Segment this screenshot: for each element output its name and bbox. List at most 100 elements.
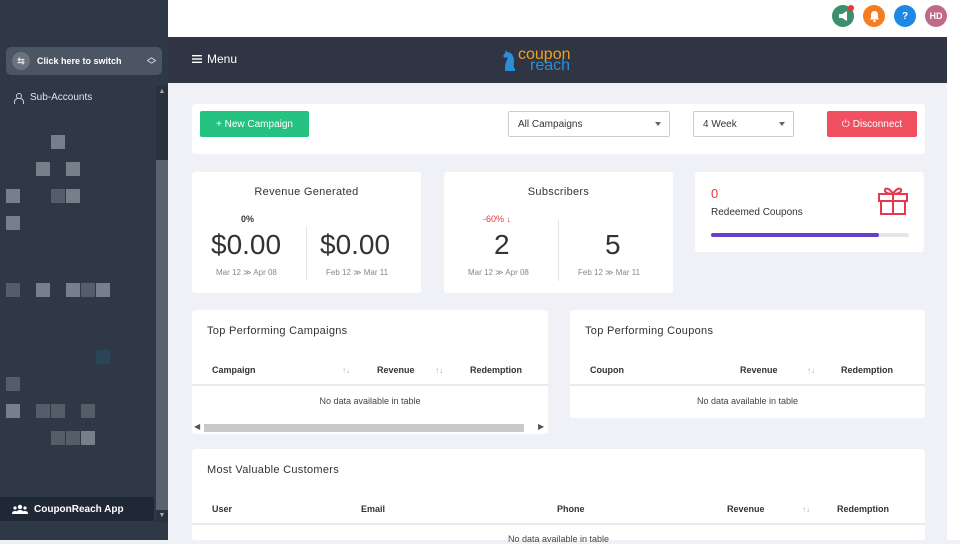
sort-icon[interactable]: ↑↓ [802, 505, 810, 514]
gift-icon [878, 187, 908, 215]
revenue-current-value: $0.00 [211, 229, 282, 260]
announcement-button[interactable] [832, 5, 854, 27]
empty-table-message: No data available in table [319, 396, 421, 406]
column-header-coupon[interactable]: Coupon [590, 365, 624, 375]
user-icon [14, 92, 24, 104]
customers-card: Most Valuable Customers User Email Phone… [192, 449, 925, 544]
column-header-user[interactable]: User [212, 504, 232, 514]
period-select-value: 4 Week [703, 118, 737, 130]
campaign-select[interactable]: All Campaigns [508, 111, 670, 137]
revenue-previous-range: Feb 12 ≫ Mar 11 [326, 268, 389, 277]
column-header-redemption[interactable]: Redemption [841, 365, 893, 375]
switch-label: Click here to switch [37, 56, 122, 66]
empty-table-message: No data available in table [696, 396, 799, 406]
scroll-right-icon[interactable]: ▶ [538, 422, 544, 431]
subscribers-card: Subscribers -60% ↓ 2 Mar 12 ≫ Apr 08 5 F… [444, 172, 673, 293]
redacted-block [81, 431, 95, 445]
subscribers-title: Subscribers [527, 186, 590, 198]
menu-button[interactable]: Menu [192, 52, 237, 66]
caret-down-icon [655, 122, 661, 126]
help-icon: ? [901, 10, 909, 22]
revenue-current-range: Mar 12 ≫ Apr 08 [216, 268, 277, 277]
caret-down-icon [779, 122, 785, 126]
top-bar: ? HD [168, 0, 960, 37]
top-campaigns-title: Top Performing Campaigns [207, 325, 348, 337]
redacted-block [6, 189, 20, 203]
redacted-block [96, 350, 110, 364]
avatar[interactable]: HD [925, 5, 947, 27]
redacted-block [51, 135, 65, 149]
column-header-redemption[interactable]: Redemption [470, 365, 522, 375]
menu-label: Menu [207, 52, 238, 66]
top-coupons-card: Top Performing Coupons Coupon Revenue ↑↓… [570, 310, 925, 418]
power-icon: ⏻ [841, 118, 850, 130]
redacted-block [36, 162, 50, 176]
new-campaign-label: + New Campaign [216, 118, 293, 130]
sort-icon[interactable]: ↑↓ [342, 366, 350, 375]
horizontal-scroll-thumb[interactable] [204, 424, 524, 432]
sort-icon[interactable]: ↑↓ [435, 366, 443, 375]
redacted-block [66, 189, 80, 203]
chevron-updown-icon: ︿ ﹀ [146, 52, 156, 70]
redacted-block [36, 404, 50, 418]
redacted-block [6, 283, 20, 297]
couponreach-logo: coupon reach [503, 47, 571, 74]
top-campaigns-card: Top Performing Campaigns Campaign ↑↓ Rev… [192, 310, 548, 434]
redacted-block [6, 216, 20, 230]
notifications-button[interactable] [863, 5, 885, 27]
scroll-left-icon[interactable]: ◀ [194, 422, 200, 431]
couponreach-app-item[interactable]: CouponReach App [0, 497, 154, 521]
header: Menu coupon reach [168, 37, 947, 83]
column-header-redemption[interactable]: Redemption [837, 504, 889, 514]
redacted-block [81, 404, 95, 418]
disconnect-button[interactable]: ⏻ Disconnect [827, 111, 917, 137]
switch-icon: ⇆ [12, 52, 30, 70]
period-select[interactable]: 4 Week [693, 111, 794, 137]
sub-accounts-heading[interactable]: Sub-Accounts [14, 92, 92, 104]
right-edge [947, 37, 960, 540]
new-campaign-button[interactable]: + New Campaign [200, 111, 309, 137]
redacted-block [51, 404, 65, 418]
sort-icon[interactable]: ↑↓ [807, 366, 815, 375]
redeemed-progress-fill [711, 233, 880, 237]
empty-table-message: No data available in table [507, 534, 610, 544]
column-header-revenue[interactable]: Revenue [740, 365, 778, 375]
revenue-previous-value: $0.00 [320, 229, 391, 260]
divider [306, 226, 307, 281]
sidebar-scroll-thumb[interactable] [156, 160, 168, 510]
revenue-card: Revenue Generated 0% $0.00 Mar 12 ≫ Apr … [192, 172, 421, 293]
notification-dot [848, 5, 854, 11]
scroll-down-icon[interactable]: ▼ [156, 510, 168, 522]
redacted-block [51, 431, 65, 445]
campaign-select-value: All Campaigns [518, 118, 583, 130]
bell-icon [869, 10, 879, 22]
users-icon [12, 504, 28, 514]
redacted-block [6, 404, 20, 418]
column-header-phone[interactable]: Phone [557, 504, 585, 514]
redacted-block [36, 283, 50, 297]
subscribers-previous-value: 5 [605, 229, 621, 260]
redacted-block [66, 162, 80, 176]
top-coupons-title: Top Performing Coupons [585, 325, 714, 337]
app-label: CouponReach App [34, 503, 124, 515]
column-header-campaign[interactable]: Campaign [212, 365, 256, 375]
redacted-block [96, 283, 110, 297]
redacted-block [66, 283, 80, 297]
column-header-revenue[interactable]: Revenue [377, 365, 415, 375]
divider [558, 220, 559, 281]
revenue-change: 0% [241, 214, 255, 224]
column-header-revenue[interactable]: Revenue [727, 504, 765, 514]
subscribers-current-range: Mar 12 ≫ Apr 08 [468, 268, 529, 277]
subscribers-current-value: 2 [494, 229, 510, 260]
redeemed-card: 0 Redeemed Coupons [695, 172, 924, 252]
redeemed-progress [711, 233, 909, 237]
redeemed-label: Redeemed Coupons [711, 207, 803, 218]
scroll-up-icon[interactable]: ▲ [156, 86, 168, 98]
user-initials: HD [929, 11, 943, 21]
account-switch-button[interactable]: ⇆ Click here to switch ︿ ﹀ [6, 47, 162, 75]
table-header-divider [192, 523, 925, 525]
disconnect-label: Disconnect [852, 118, 903, 130]
help-button[interactable]: ? [894, 5, 916, 27]
column-header-email[interactable]: Email [361, 504, 385, 514]
horizontal-scrollbar[interactable]: ◀ ▶ [192, 422, 548, 434]
